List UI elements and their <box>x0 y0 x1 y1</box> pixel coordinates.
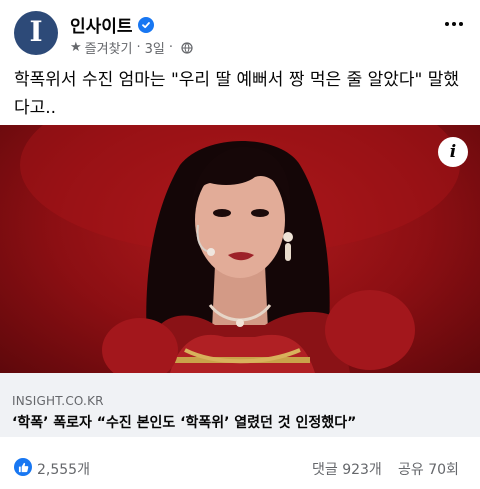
page-name[interactable]: 인사이트 <box>70 12 133 37</box>
verified-badge-icon <box>137 16 154 33</box>
post-image[interactable]: i <box>0 125 480 373</box>
info-icon[interactable]: i <box>438 137 468 167</box>
post-header: I 인사이트 ★ 즐겨찾기 · 3일 · <box>0 0 480 60</box>
post-meta: ★ 즐겨찾기 · 3일 · <box>70 38 193 57</box>
link-domain: INSIGHT.CO.KR <box>12 394 104 408</box>
like-count[interactable]: 2,555개 <box>37 459 90 479</box>
post-caption: 학폭위서 수진 엄마는 "우리 딸 예뻐서 짱 먹은 줄 알았다" 말했다고.. <box>14 70 460 118</box>
performer-illustration <box>20 125 460 373</box>
post-time[interactable]: 3일 <box>145 38 165 57</box>
page-name-row: 인사이트 <box>70 12 154 37</box>
more-options-icon[interactable] <box>440 10 468 38</box>
thumbs-up-icon <box>14 458 32 476</box>
star-icon: ★ <box>70 40 82 55</box>
page-avatar[interactable]: I <box>14 11 58 55</box>
avatar-letter: I <box>29 15 43 48</box>
share-count[interactable]: 공유 70회 <box>398 459 459 479</box>
link-title: ‘학폭’ 폭로자 “수진 본인도 ‘학폭위’ 열렸던 것 인정했다” <box>12 415 357 431</box>
favorites-label[interactable]: 즐겨찾기 <box>85 38 133 57</box>
globe-icon <box>181 41 193 54</box>
meta-separator-2: · <box>168 40 174 55</box>
reactions-bar: 2,555개 댓글 923개 공유 70회 <box>0 451 480 483</box>
link-preview[interactable]: INSIGHT.CO.KR ‘학폭’ 폭로자 “수진 본인도 ‘학폭위’ 열렸던… <box>0 373 480 437</box>
comment-count[interactable]: 댓글 923개 <box>312 459 382 479</box>
meta-separator: · <box>136 40 141 55</box>
